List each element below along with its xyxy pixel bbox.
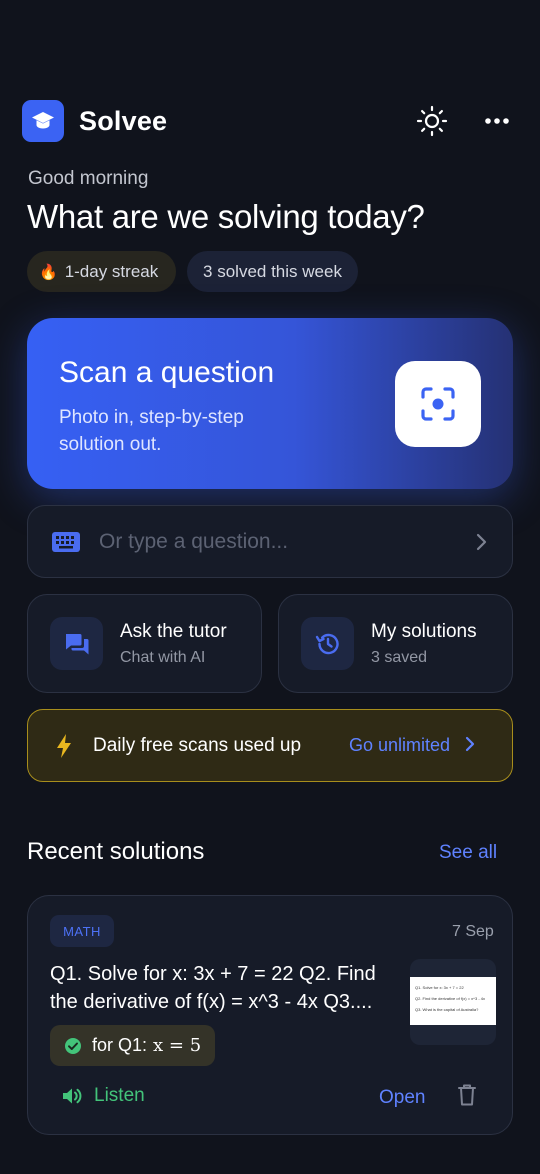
type-question-input[interactable]: Or type a question... — [27, 505, 513, 578]
scan-card-subtitle: Photo in, step-by-step solution out. — [59, 407, 244, 455]
thumbnail-paper: Q1. Solve for x: 3x + 7 = 22 Q2. Find th… — [410, 977, 496, 1025]
scan-focus-icon — [421, 387, 455, 421]
theme-toggle-button[interactable] — [412, 101, 452, 141]
thumbnail-line: Q3. What is the capital of Australia? — [415, 1007, 479, 1012]
check-circle-icon — [64, 1037, 82, 1055]
delete-button[interactable] — [458, 1084, 476, 1111]
answer-math: x = 5 — [153, 1035, 202, 1056]
listen-button[interactable]: Listen — [62, 1085, 145, 1107]
go-unlimited-label: Go unlimited — [349, 735, 451, 755]
my-solutions-tile[interactable]: My solutions 3 saved — [278, 594, 513, 693]
streak-label: 1-day streak — [64, 261, 159, 281]
keyboard-icon — [52, 532, 80, 552]
app-name: Solvee — [79, 106, 168, 136]
app-logo — [22, 100, 64, 142]
scan-question-card[interactable]: Scan a question Photo in, step-by-step s… — [27, 318, 513, 489]
listen-label: Listen — [94, 1085, 145, 1106]
weekly-solved-chip: 3 solved this week — [187, 251, 358, 292]
streak-chip: 🔥 1-day streak — [27, 251, 176, 292]
open-solution-button[interactable]: Open — [379, 1087, 425, 1109]
my-solutions-subtitle: 3 saved — [371, 649, 428, 666]
history-icon — [315, 633, 339, 654]
answer-chip: for Q1: x = 5 — [50, 1025, 216, 1066]
page-title: What are we solving today? — [27, 198, 425, 235]
graduation-cap-icon — [32, 112, 54, 129]
thumbnail-line: Q1. Solve for x: 3x + 7 = 22 — [415, 985, 464, 990]
scan-camera-button[interactable] — [395, 361, 481, 447]
chevron-right-icon — [465, 736, 475, 752]
recent-solutions-heading: Recent solutions — [27, 838, 205, 865]
daily-limit-text: Daily free scans used up — [93, 735, 302, 756]
more-menu-button[interactable] — [477, 101, 517, 141]
answer-prefix: for Q1: — [92, 1035, 148, 1055]
thumbnail-line: Q2. Find the derivative of f(x) = x^3 - … — [415, 996, 486, 1001]
ask-tutor-subtitle: Chat with AI — [120, 649, 206, 666]
question-preview: Q1. Solve for x: 3x + 7 = 22 Q2. Find th… — [50, 960, 400, 1016]
recent-solution-card[interactable]: MATH 7 Sep Q1. Solve for x: 3x + 7 = 22 … — [27, 895, 513, 1135]
greeting-text: Good morning — [28, 168, 149, 189]
chevron-right-icon — [476, 533, 487, 551]
daily-limit-banner: Daily free scans used up Go unlimited — [27, 709, 513, 782]
flame-icon: 🔥 — [39, 263, 58, 281]
subject-tag: MATH — [50, 915, 114, 947]
sun-icon — [416, 105, 448, 137]
ask-tutor-title: Ask the tutor — [120, 621, 227, 642]
lightning-icon — [57, 734, 71, 758]
solution-date: 7 Sep — [452, 923, 494, 940]
tile-icon-box — [301, 617, 354, 670]
my-solutions-title: My solutions — [371, 621, 477, 642]
weekly-solved-label: 3 solved this week — [203, 261, 342, 281]
more-horizontal-icon — [485, 118, 509, 124]
scan-card-title: Scan a question — [59, 356, 275, 389]
chat-bubbles-icon — [65, 633, 88, 654]
tile-icon-box — [50, 617, 103, 670]
ask-tutor-tile[interactable]: Ask the tutor Chat with AI — [27, 594, 262, 693]
see-all-link[interactable]: See all — [439, 842, 497, 864]
question-line: the derivative of f(x) = x^3 - 4x Q3.... — [50, 991, 373, 1013]
go-unlimited-link[interactable]: Go unlimited — [349, 735, 475, 756]
type-question-placeholder: Or type a question... — [99, 530, 289, 553]
question-line: Q1. Solve for x: 3x + 7 = 22 Q2. Find — [50, 963, 376, 985]
question-thumbnail: Q1. Solve for x: 3x + 7 = 22 Q2. Find th… — [410, 959, 496, 1045]
trash-icon — [458, 1084, 476, 1106]
speaker-icon — [63, 1088, 82, 1104]
